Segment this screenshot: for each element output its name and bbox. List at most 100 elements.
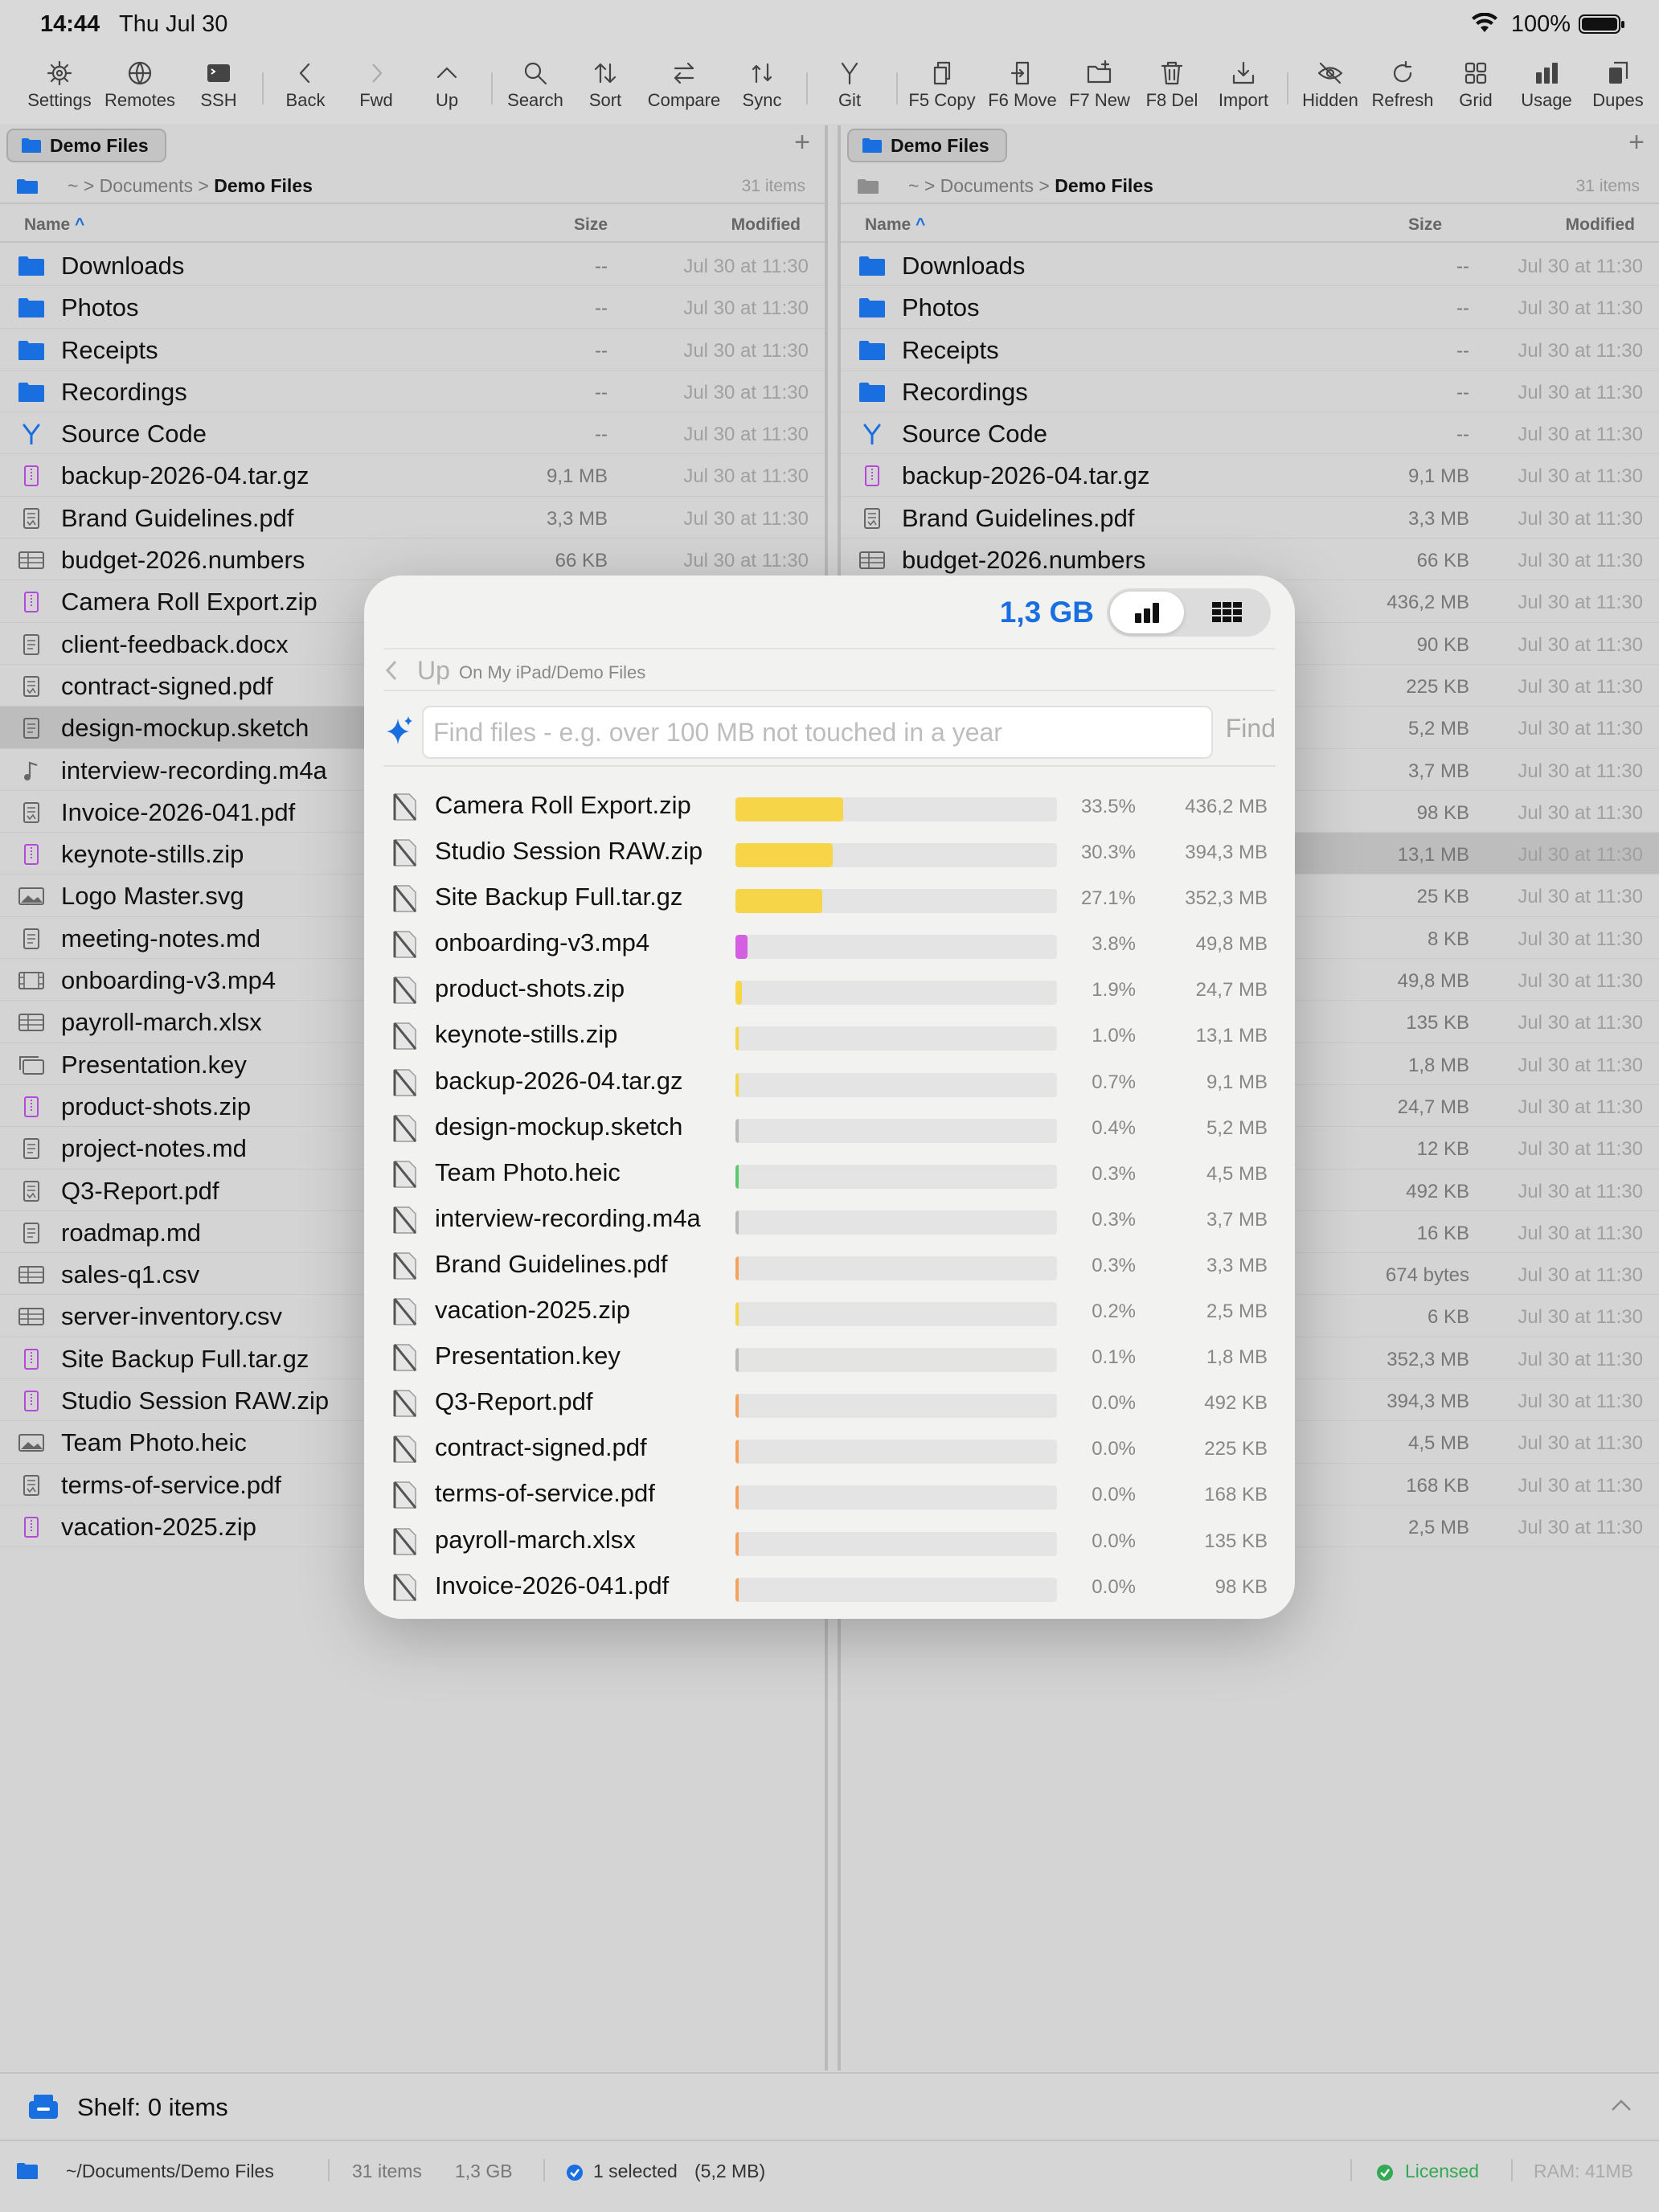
find-button[interactable]: Find (1226, 714, 1276, 743)
modified-column-header[interactable]: Modified (731, 215, 801, 235)
file-row[interactable]: Recordings -- Jul 30 at 11:30 (841, 371, 1659, 413)
toolbar-git-button[interactable]: Git (809, 59, 890, 121)
toolbar-f6-move-button[interactable]: F6 Move (982, 59, 1063, 121)
toolbar-f8-del-button[interactable]: F8 Del (1132, 59, 1212, 121)
usage-row[interactable]: contract-signed.pdf 0.0% 225 KB (364, 1425, 1295, 1471)
usage-row[interactable]: keynote-stills.zip 1.0% 13,1 MB (364, 1012, 1295, 1058)
usage-row[interactable]: design-mockup.sketch 0.4% 5,2 MB (364, 1104, 1295, 1150)
usage-row[interactable]: backup-2026-04.tar.gz 0.7% 9,1 MB (364, 1059, 1295, 1104)
right-tab[interactable]: Demo Files (847, 129, 1007, 162)
toolbar-grid-button[interactable]: Grid (1436, 59, 1516, 121)
doc-icon (23, 1138, 39, 1160)
toolbar-label: Fwd (359, 90, 393, 110)
toolbar-import-button[interactable]: Import (1203, 59, 1284, 121)
toolbar-sort-button[interactable]: Sort (565, 59, 645, 121)
crumb-documents[interactable]: Documents (940, 175, 1034, 196)
size-column-header[interactable]: Size (574, 215, 608, 235)
up-button[interactable]: Up (417, 656, 450, 686)
usage-row[interactable]: Q3-Report.pdf 0.0% 492 KB (364, 1379, 1295, 1425)
file-modified: Jul 30 at 11:30 (1518, 297, 1643, 320)
crumb-home[interactable]: ~ (908, 175, 919, 196)
chevron-left-icon[interactable] (383, 659, 399, 682)
file-row[interactable]: Downloads -- Jul 30 at 11:30 (0, 244, 825, 287)
toolbar-compare-button[interactable]: Compare (644, 59, 724, 121)
left-tab[interactable]: Demo Files (6, 129, 166, 162)
crumb-current[interactable]: Demo Files (1055, 175, 1153, 196)
file-row[interactable]: Brand Guidelines.pdf 3,3 MB Jul 30 at 11:3… (841, 497, 1659, 539)
add-tab-button[interactable]: + (794, 127, 810, 158)
toolbar-f5-copy-button[interactable]: F5 Copy (902, 59, 982, 121)
file-row[interactable]: budget-2026.numbers 66 KB Jul 30 at 11:30 (0, 539, 825, 581)
chevron-up-icon[interactable] (1611, 2098, 1632, 2112)
usage-row[interactable]: Invoice-2026-041.pdf 0.0% 98 KB (364, 1563, 1295, 1609)
shelf[interactable]: Shelf: 0 items (0, 2072, 1659, 2138)
toolbar-label: Import (1218, 90, 1269, 110)
usage-row[interactable]: Site Backup Full.tar.gz 27.1% 352,3 MB (364, 875, 1295, 920)
file-name: keynote-stills.zip (61, 840, 244, 869)
breadcrumb-path[interactable]: ~ > Documents > Demo Files (908, 175, 1153, 197)
file-row[interactable]: Receipts -- Jul 30 at 11:30 (841, 329, 1659, 371)
file-row[interactable]: Downloads -- Jul 30 at 11:30 (841, 244, 1659, 287)
usage-row[interactable]: Camera Roll Export.zip 33.5% 436,2 MB (364, 783, 1295, 829)
license-status[interactable]: Licensed (1405, 2161, 1479, 2182)
status-footer: ~/Documents/Demo Files 31 items 1,3 GB 1… (0, 2140, 1659, 2212)
file-row[interactable]: Photos -- Jul 30 at 11:30 (0, 286, 825, 329)
toolbar-dupes-button[interactable]: Dupes (1578, 59, 1658, 121)
crumb-current[interactable]: Demo Files (214, 175, 313, 196)
file-icon (393, 839, 417, 867)
add-tab-button[interactable]: + (1628, 127, 1645, 158)
breadcrumb-path[interactable]: ~ > Documents > Demo Files (68, 175, 313, 197)
usage-row[interactable]: interview-recording.m4a 0.3% 3,7 MB (364, 1196, 1295, 1242)
usage-percent: 27.1% (1080, 887, 1136, 910)
grid-view-icon[interactable] (1211, 601, 1243, 624)
sort-icon (594, 63, 616, 84)
file-row[interactable]: Source Code -- Jul 30 at 11:30 (0, 412, 825, 455)
file-name: Site Backup Full.tar.gz (61, 1344, 309, 1373)
file-row[interactable]: Source Code -- Jul 30 at 11:30 (841, 412, 1659, 455)
toolbar-sync-button[interactable]: Sync (722, 59, 802, 121)
toolbar-settings-button[interactable]: Settings (19, 59, 100, 121)
import-icon (1232, 61, 1255, 84)
size-column-header[interactable]: Size (1408, 215, 1442, 235)
modified-column-header[interactable]: Modified (1566, 215, 1635, 235)
toolbar-f7-new-button[interactable]: F7 New (1059, 59, 1140, 121)
file-row[interactable]: Brand Guidelines.pdf 3,3 MB Jul 30 at 11:3… (0, 497, 825, 539)
toolbar-search-button[interactable]: Search (495, 59, 576, 121)
clock: 14:44 (40, 11, 100, 37)
file-size: 66 KB (555, 550, 608, 572)
divider (543, 2159, 545, 2181)
crumb-home[interactable]: ~ (68, 175, 78, 196)
usage-row[interactable]: Brand Guidelines.pdf 0.3% 3,3 MB (364, 1242, 1295, 1288)
file-name: Team Photo.heic (61, 1428, 247, 1457)
file-row[interactable]: Receipts -- Jul 30 at 11:30 (0, 329, 825, 371)
eye-slash-icon (1317, 62, 1343, 84)
file-row[interactable]: backup-2026-04.tar.gz 9,1 MB Jul 30 at 11:… (841, 454, 1659, 497)
usage-row[interactable]: onboarding-v3.mp4 3.8% 49,8 MB (364, 920, 1295, 966)
usage-row[interactable]: Studio Session RAW.zip 30.3% 394,3 MB (364, 829, 1295, 875)
file-row[interactable]: Recordings -- Jul 30 at 11:30 (0, 371, 825, 413)
toolbar-label: Sync (742, 90, 782, 110)
usage-row[interactable]: product-shots.zip 1.9% 24,7 MB (364, 966, 1295, 1012)
name-column-header[interactable]: Name ^ (24, 215, 84, 235)
toolbar-fwd-button[interactable]: Fwd (336, 59, 416, 121)
toolbar-hidden-button[interactable]: Hidden (1290, 59, 1370, 121)
find-files-input[interactable] (422, 706, 1213, 759)
usage-row[interactable]: payroll-march.xlsx 0.0% 135 KB (364, 1518, 1295, 1563)
usage-row[interactable]: Presentation.key 0.1% 1,8 MB (364, 1333, 1295, 1379)
toolbar-usage-button[interactable]: Usage (1506, 59, 1587, 121)
toolbar-ssh-button[interactable]: SSH (178, 59, 259, 121)
usage-row[interactable]: terms-of-service.pdf 0.0% 168 KB (364, 1471, 1295, 1517)
toolbar-back-button[interactable]: Back (265, 59, 346, 121)
crumb-documents[interactable]: Documents (100, 175, 193, 196)
toolbar-remotes-button[interactable]: Remotes (100, 59, 180, 121)
usage-navigation: Up On My iPad/Demo Files (383, 648, 1276, 691)
file-row[interactable]: budget-2026.numbers 66 KB Jul 30 at 11:30 (841, 539, 1659, 581)
file-row[interactable]: backup-2026-04.tar.gz 9,1 MB Jul 30 at 11:… (0, 454, 825, 497)
usage-row[interactable]: Team Photo.heic 0.3% 4,5 MB (364, 1150, 1295, 1196)
name-column-header[interactable]: Name ^ (865, 215, 925, 235)
toolbar-up-button[interactable]: Up (407, 59, 487, 121)
usage-row[interactable]: vacation-2025.zip 0.2% 2,5 MB (364, 1288, 1295, 1333)
file-size: -- (595, 297, 608, 320)
toolbar-refresh-button[interactable]: Refresh (1362, 59, 1443, 121)
file-row[interactable]: Photos -- Jul 30 at 11:30 (841, 286, 1659, 329)
